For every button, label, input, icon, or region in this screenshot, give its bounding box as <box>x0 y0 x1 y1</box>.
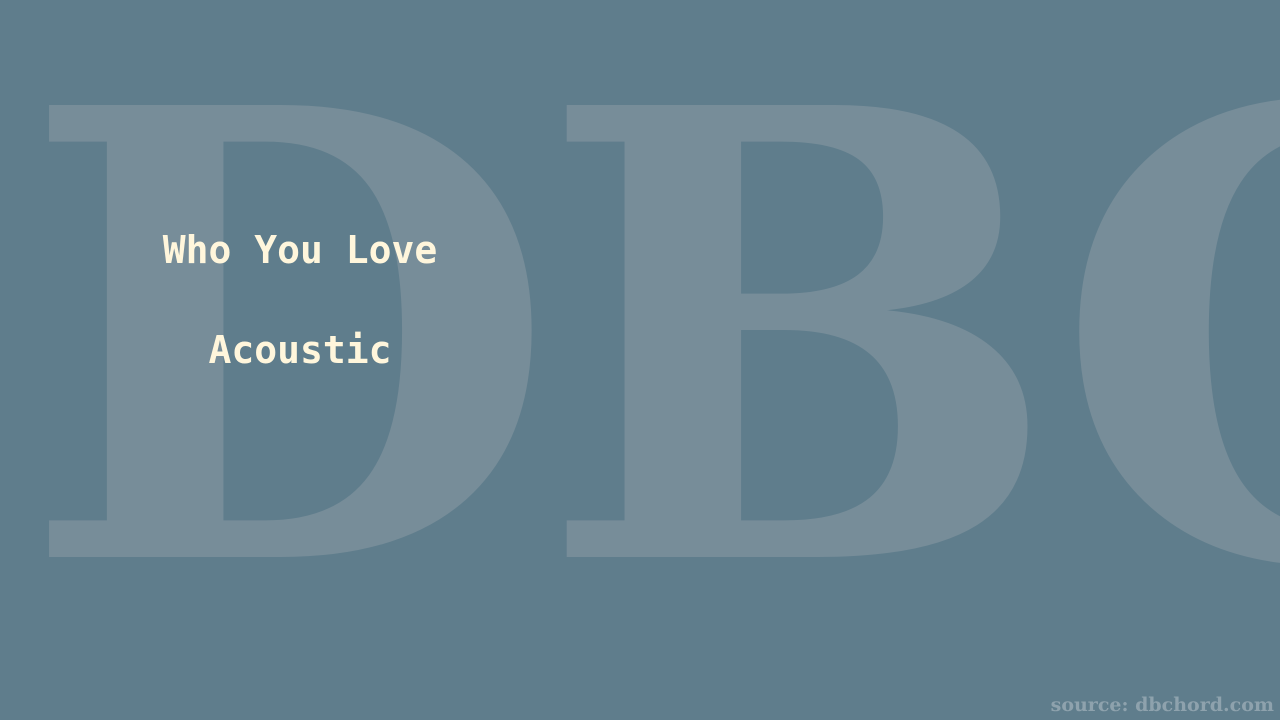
source-credit: source: dbchord.com <box>1050 694 1274 716</box>
song-version: Acoustic <box>208 328 392 372</box>
title-block: Who You Love Acoustic <box>100 220 500 380</box>
song-title: Who You Love <box>162 228 438 272</box>
canvas: DBC Who You Love Acoustic source: dbchor… <box>0 0 1280 720</box>
